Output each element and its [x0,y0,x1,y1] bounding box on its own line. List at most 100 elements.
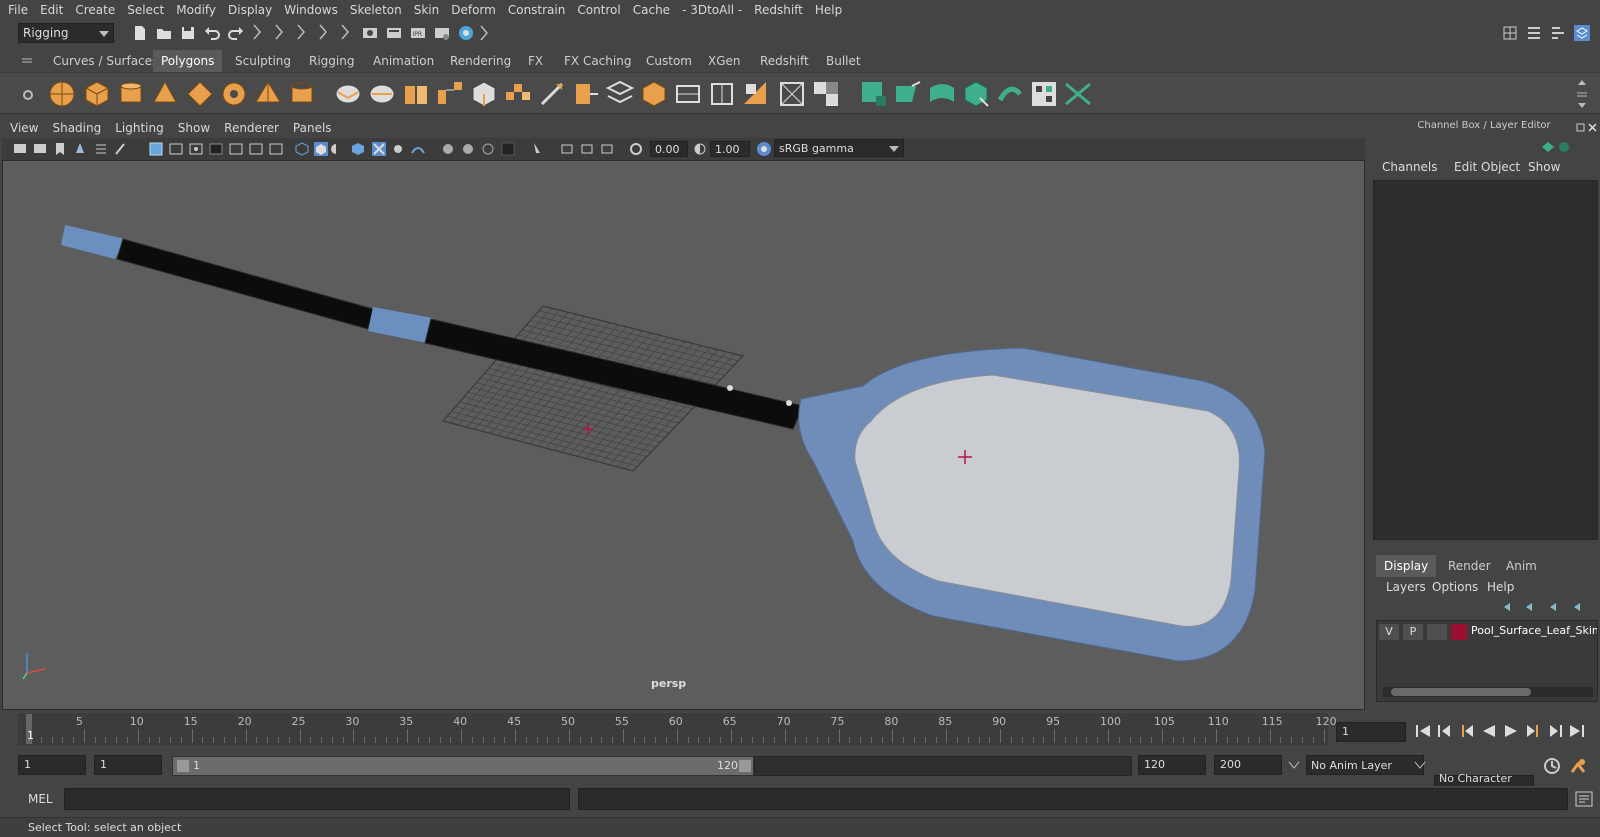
menu-modify[interactable]: Modify [176,3,216,17]
uv-layout-icon[interactable] [994,78,1026,110]
color-management-icon[interactable] [756,142,772,158]
color-space-dropdown[interactable]: sRGB gamma [774,139,904,157]
time-slider[interactable]: 5 10 15 20 25 30 35 40 45 50 55 60 65 70 75 80 85 90 95 100… [18,713,1337,745]
cb-menu-edit[interactable]: Edit [1454,160,1477,174]
exposure-field[interactable]: 0.00 [650,141,688,157]
extrude-icon[interactable] [400,78,432,110]
auto-key-icon[interactable] [1542,756,1562,776]
layer-visibility-toggle[interactable]: V [1379,624,1399,640]
tab-polygons[interactable]: Polygons [153,50,223,72]
vp-menu-show[interactable]: Show [178,121,210,135]
planar-mapping-icon[interactable] [776,78,808,110]
layer-action-icons[interactable] [1502,600,1594,614]
chevron-down-icon[interactable] [1288,760,1300,770]
le-menu-help[interactable]: Help [1487,580,1514,594]
tab-bullet[interactable]: Bullet [818,50,869,72]
checker-map-icon[interactable] [1028,78,1060,110]
poly-sphere-icon[interactable] [46,78,78,110]
uv-cut-icon[interactable] [892,78,924,110]
tab-fx-caching[interactable]: FX Caching [556,50,639,72]
playback-start-field[interactable]: 1 [94,755,162,775]
offset-edge-loop-icon[interactable] [604,78,636,110]
menu-control[interactable]: Control [577,3,620,17]
channel-box-icon[interactable] [1573,24,1591,42]
render-frame-icon[interactable] [385,24,403,42]
layer-name[interactable]: Pool_Surface_Leaf_Skimmer [1471,624,1597,637]
menu-skeleton[interactable]: Skeleton [350,3,402,17]
anim-layer-dropdown[interactable]: No Anim Layer [1306,755,1424,775]
poly-cone-icon[interactable] [149,78,181,110]
redo-icon[interactable] [227,24,245,42]
merge-icon[interactable] [706,78,738,110]
tab-redshift[interactable]: Redshift [752,50,817,72]
end-time-field[interactable]: 200 [1214,755,1282,775]
target-weld-icon[interactable] [672,78,704,110]
menu-cache[interactable]: Cache [633,3,670,17]
uv-distortion-icon[interactable] [1062,78,1094,110]
script-editor-icon[interactable] [1574,790,1594,808]
panel-float-close-icons[interactable] [1576,122,1598,134]
render-settings-icon[interactable] [433,24,451,42]
shelf-scroll-icon[interactable] [1576,77,1588,111]
render-view-icon[interactable] [361,24,379,42]
tab-fx[interactable]: FX [520,50,551,72]
step-forward-frame-icon[interactable] [1524,723,1542,739]
uv-editor-icon[interactable] [858,78,890,110]
tab-sculpting[interactable]: Sculpting [227,50,299,72]
mirror-icon[interactable] [740,78,772,110]
layer-row[interactable]: V P Pool_Surface_Leaf_Skimmer [1379,623,1597,641]
menu-help[interactable]: Help [815,3,842,17]
poly-plane-icon[interactable] [184,78,216,110]
undo-icon[interactable] [203,24,221,42]
tab-xgen[interactable]: XGen [700,50,749,72]
poly-pyramid-icon[interactable] [252,78,284,110]
layer-color-swatch[interactable] [1451,624,1467,640]
bevel-icon[interactable] [468,78,500,110]
range-slider[interactable]: 1 120 [172,756,754,776]
cb-menu-channels[interactable]: Channels [1382,160,1438,174]
vp-menu-view[interactable]: View [10,121,38,135]
uv-unfold-icon[interactable] [960,78,992,110]
combine-icon[interactable] [332,78,364,110]
range-end-handle[interactable] [739,760,751,772]
le-menu-layers[interactable]: Layers [1386,580,1426,594]
automatic-mapping-icon[interactable] [810,78,842,110]
tab-curves-surfaces[interactable]: Curves / Surfaces [45,50,166,72]
uv-sew-icon[interactable] [926,78,958,110]
poly-cube-icon[interactable] [81,78,113,110]
tab-display[interactable]: Display [1376,555,1437,577]
command-language-label[interactable]: MEL [28,792,53,806]
command-input[interactable] [64,788,570,810]
menu-file[interactable]: File [8,3,28,17]
channel-list[interactable] [1373,180,1598,540]
le-menu-options[interactable]: Options [1432,580,1478,594]
attribute-editor-icon[interactable] [1525,24,1543,42]
save-scene-icon[interactable] [179,24,197,42]
poly-pipe-icon[interactable] [286,78,318,110]
step-back-key-icon[interactable] [1436,723,1454,739]
range-track[interactable] [754,756,1132,776]
step-back-frame-icon[interactable] [1458,723,1476,739]
menu-edit[interactable]: Edit [40,3,63,17]
select-mode-icons[interactable] [248,23,358,44]
hypershade-icon[interactable] [457,24,475,42]
cb-menu-object[interactable]: Object [1481,160,1520,174]
gear-icon[interactable] [22,89,34,101]
chevron-down-icon[interactable] [1414,760,1426,770]
insert-edge-loop-icon[interactable] [570,78,602,110]
gamma-field[interactable]: 1.00 [710,141,750,157]
range-start-handle[interactable] [177,760,189,772]
modeling-toolkit-icon[interactable] [1501,24,1519,42]
multi-cut-icon[interactable] [536,78,568,110]
menu-redshift[interactable]: Redshift [754,3,803,17]
menu-deform[interactable]: Deform [451,3,496,17]
panel-toolbar-icons[interactable] [12,141,652,157]
tab-rigging[interactable]: Rigging [301,50,362,72]
separate-icon[interactable] [366,78,398,110]
vp-menu-lighting[interactable]: Lighting [115,121,164,135]
layer-scrollbar[interactable] [1383,687,1593,697]
ipr-render-icon[interactable]: IPR [409,24,427,42]
poly-torus-icon[interactable] [218,78,250,110]
menu-set-dropdown[interactable]: Rigging [18,23,114,43]
menu-select[interactable]: Select [127,3,164,17]
